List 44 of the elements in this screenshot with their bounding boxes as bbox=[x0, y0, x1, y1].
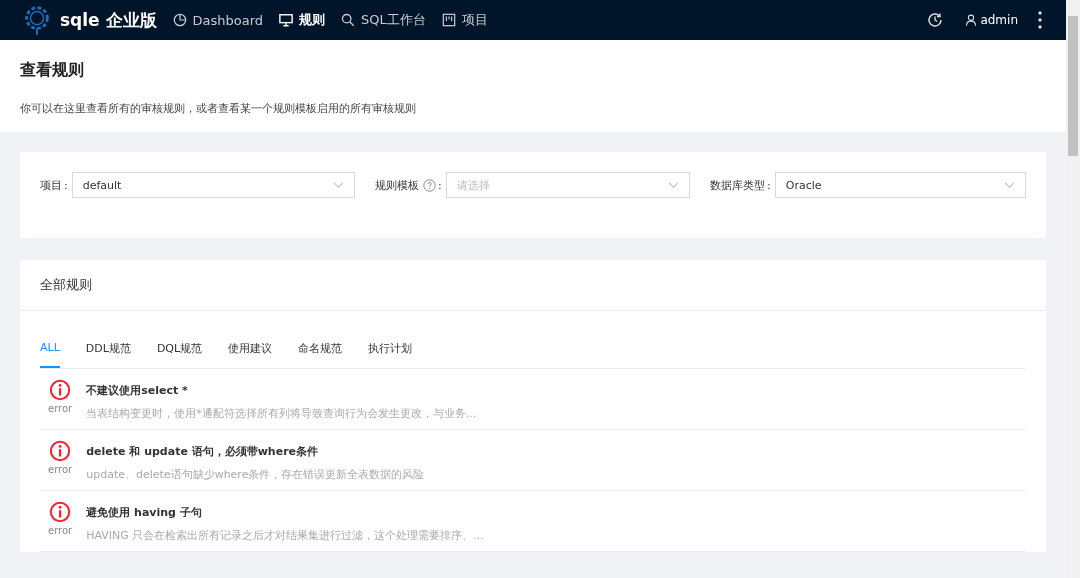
more-menu-icon[interactable] bbox=[1038, 11, 1042, 29]
nav-link[interactable]: 项目 bbox=[441, 11, 488, 29]
category-tab[interactable]: DDL规范 bbox=[85, 331, 131, 368]
page-title: 查看规则 bbox=[20, 60, 85, 81]
brand-name: sqle 企业版 bbox=[60, 8, 157, 32]
user-icon bbox=[965, 14, 978, 26]
filter-label: 数据库类型 bbox=[710, 177, 765, 193]
category-tab[interactable]: DQL规范 bbox=[156, 331, 203, 368]
nav-link[interactable]: SQL工作台 bbox=[341, 11, 426, 29]
scrollbar-thumb[interactable] bbox=[1068, 16, 1078, 156]
help-icon[interactable] bbox=[423, 178, 436, 192]
search-icon bbox=[341, 13, 356, 27]
level-label: error bbox=[48, 464, 73, 475]
chevron-down-icon bbox=[668, 181, 679, 189]
chevron-down-icon bbox=[1004, 181, 1015, 189]
rule-title: 避免使用 having 子句 bbox=[86, 505, 203, 520]
pie-chart-icon bbox=[172, 13, 187, 27]
filter-label: 项目 bbox=[40, 177, 62, 193]
page-description: 你可以在这里查看所有的审核规则，或者查看某一个规则模板启用的所有审核规则 bbox=[20, 101, 417, 116]
scrollbar[interactable] bbox=[1066, 0, 1080, 578]
user-menu[interactable]: admin bbox=[965, 13, 1018, 27]
rule-title: 不建议使用select * bbox=[86, 383, 189, 398]
card-title: 全部规则 bbox=[20, 260, 1046, 311]
select-field[interactable]: default bbox=[71, 172, 355, 198]
monitor-icon bbox=[279, 13, 294, 27]
colon-text: : bbox=[438, 178, 442, 192]
chevron-down-icon bbox=[333, 181, 344, 189]
filter-label: 规则模板 bbox=[375, 177, 419, 193]
rule-description: HAVING 只会在检索出所有记录之后才对结果集进行过滤，这个处理需要排序、... bbox=[86, 528, 484, 543]
category-tab[interactable]: 执行计划 bbox=[368, 331, 413, 368]
select-field[interactable]: Oracle bbox=[774, 172, 1026, 198]
rule-title: delete 和 update 语句，必须带where条件 bbox=[86, 444, 320, 459]
colon-text: : bbox=[64, 178, 68, 192]
nav-link[interactable]: 规则 bbox=[279, 11, 326, 29]
rule-description: update、delete语句缺少where条件，存在错误更新全表数据的风险 bbox=[86, 467, 425, 482]
category-tab[interactable]: 命名规范 bbox=[298, 331, 343, 368]
level-label: error bbox=[48, 525, 73, 536]
history-icon[interactable] bbox=[927, 12, 944, 28]
category-tab[interactable]: 使用建议 bbox=[228, 331, 273, 368]
nav-link[interactable]: Dashboard bbox=[172, 12, 264, 28]
level-label: error bbox=[48, 403, 73, 414]
rule-description: 当表结构变更时，使用*通配符选择所有列将导致查询行为会发生更改，与业务... bbox=[86, 406, 477, 421]
colon-text: : bbox=[767, 178, 771, 192]
project-icon bbox=[441, 13, 456, 27]
